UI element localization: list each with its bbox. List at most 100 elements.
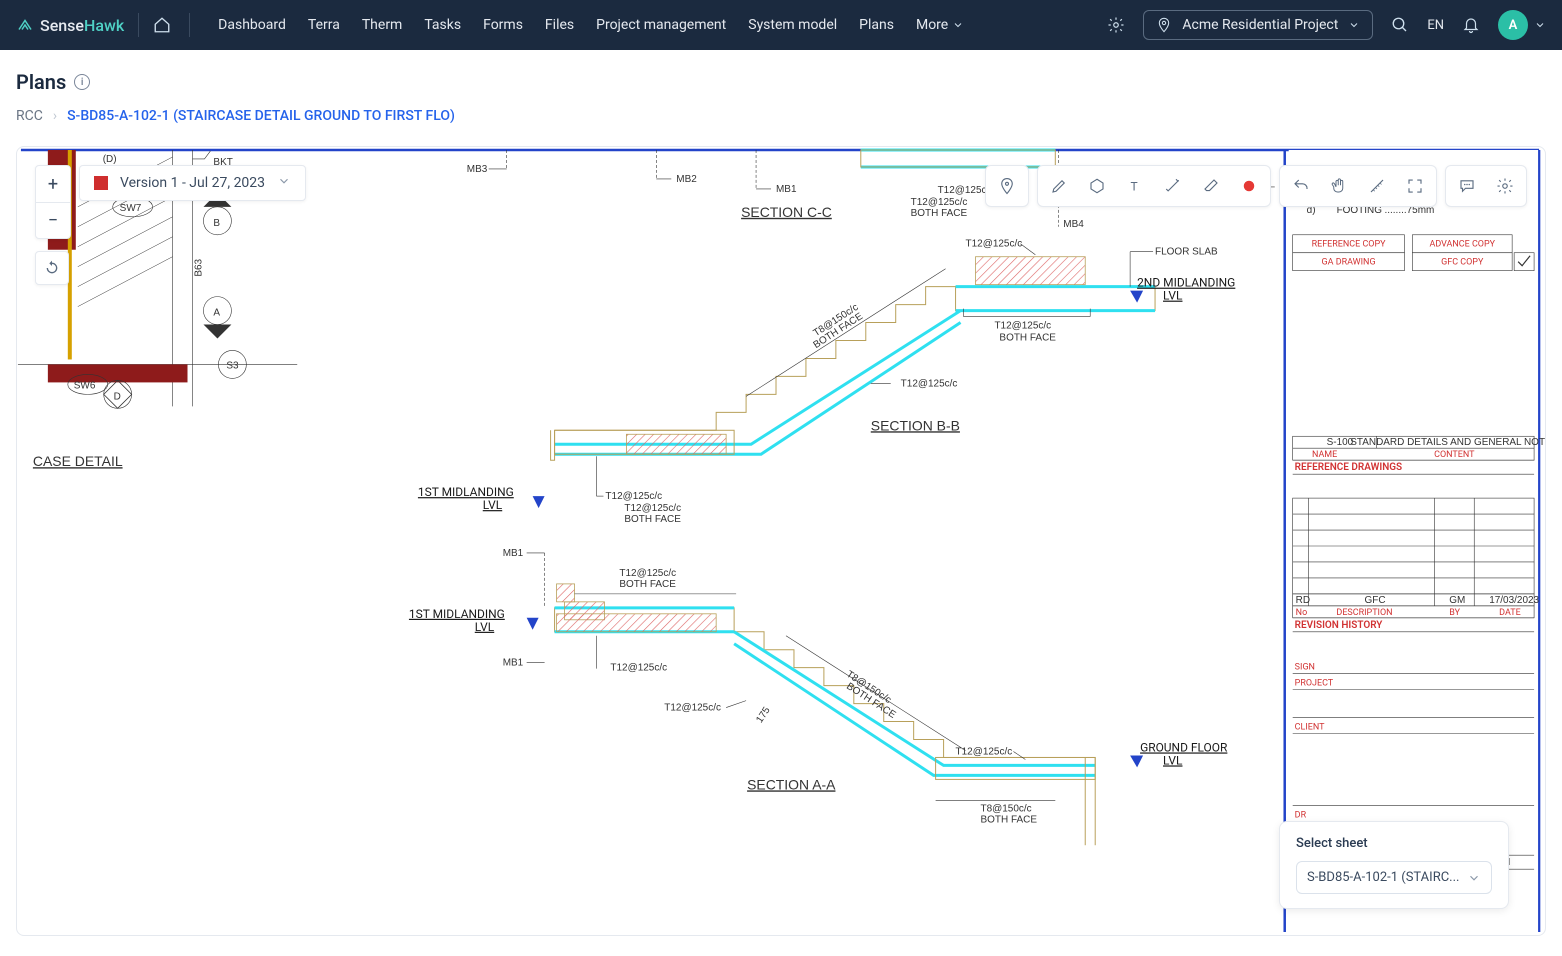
- settings-icon[interactable]: [1107, 16, 1125, 34]
- svg-text:BOTH FACE: BOTH FACE: [624, 514, 681, 525]
- svg-text:REFERENCE COPY: REFERENCE COPY: [1312, 240, 1387, 250]
- reset-view-button[interactable]: [35, 251, 69, 285]
- page-header: Plans i RCC › S-BD85-A-102-1 (STAIRCASE …: [0, 50, 1562, 134]
- svg-text:GM: GM: [1449, 595, 1465, 606]
- svg-text:PROJECT: PROJECT: [1295, 679, 1334, 689]
- version-selector[interactable]: Version 1 - Jul 27, 2023: [79, 165, 306, 201]
- svg-text:T12@125c/c: T12@125c/c: [624, 503, 681, 514]
- pencil-tool[interactable]: [1040, 168, 1078, 204]
- svg-text:MB4: MB4: [1063, 219, 1084, 230]
- svg-text:RD: RD: [1296, 595, 1310, 606]
- svg-text:T12@125c/c: T12@125c/c: [619, 568, 676, 579]
- svg-text:FLOOR SLAB: FLOOR SLAB: [1155, 247, 1218, 258]
- options-button[interactable]: [1486, 168, 1524, 204]
- shape-tool[interactable]: [1078, 168, 1116, 204]
- user-menu[interactable]: A: [1498, 10, 1546, 40]
- nav-separator-2: [189, 13, 190, 37]
- comment-button[interactable]: [1448, 168, 1486, 204]
- language-selector[interactable]: EN: [1427, 18, 1444, 33]
- measure-tool[interactable]: [1358, 168, 1396, 204]
- svg-text:GFC: GFC: [1365, 595, 1386, 606]
- version-label: Version 1 - Jul 27, 2023: [120, 175, 265, 191]
- nav-therm[interactable]: Therm: [362, 17, 403, 33]
- svg-text:MB3: MB3: [467, 164, 488, 175]
- app-logo[interactable]: SenseHawk: [16, 16, 124, 35]
- info-icon[interactable]: i: [74, 74, 90, 90]
- nav-more-label: More: [916, 17, 948, 33]
- svg-text:DR: DR: [1295, 810, 1307, 820]
- nav-separator: [138, 13, 139, 37]
- svg-text:ADVANCE COPY: ADVANCE COPY: [1430, 240, 1496, 250]
- breadcrumb: RCC › S-BD85-A-102-1 (STAIRCASE DETAIL G…: [16, 108, 1546, 124]
- sheet-value: S-BD85-A-102-1 (STAIRC...: [1307, 870, 1459, 885]
- chevron-down-icon: [277, 174, 291, 192]
- nav-project-management[interactable]: Project management: [596, 17, 726, 33]
- svg-text:B63: B63: [193, 258, 204, 276]
- pan-tool[interactable]: [1320, 168, 1358, 204]
- breadcrumb-active[interactable]: S-BD85-A-102-1 (STAIRCASE DETAIL GROUND …: [67, 108, 455, 124]
- pin-tool[interactable]: [988, 168, 1026, 204]
- nav-forms[interactable]: Forms: [483, 17, 523, 33]
- chevron-down-icon: [1467, 871, 1481, 885]
- svg-text:SECTION B-B: SECTION B-B: [871, 417, 960, 433]
- logo-icon: [16, 16, 34, 34]
- zoom-control: + −: [35, 165, 71, 239]
- svg-text:GA DRAWING: GA DRAWING: [1322, 258, 1376, 268]
- svg-text:GFC COPY: GFC COPY: [1441, 258, 1484, 268]
- nav-plans[interactable]: Plans: [859, 17, 894, 33]
- svg-text:(D): (D): [103, 154, 117, 165]
- annotation-toolbar: T: [985, 165, 1527, 207]
- svg-text:1ST MIDLANDING: 1ST MIDLANDING: [418, 485, 514, 499]
- svg-text:T12@125c/c: T12@125c/c: [664, 703, 721, 714]
- version-color-swatch: [94, 176, 108, 190]
- logo-text-2: Hawk: [84, 16, 124, 35]
- breadcrumb-root[interactable]: RCC: [16, 108, 43, 124]
- sheet-selector-panel: Select sheet S-BD85-A-102-1 (STAIRC...: [1279, 821, 1509, 909]
- undo-button[interactable]: [1282, 168, 1320, 204]
- svg-text:T: T: [1131, 180, 1138, 194]
- svg-text:CONTENT: CONTENT: [1434, 450, 1475, 460]
- home-icon[interactable]: [153, 16, 171, 34]
- nav-dashboard[interactable]: Dashboard: [218, 17, 286, 33]
- nav-tasks[interactable]: Tasks: [424, 17, 461, 33]
- svg-text:BOTH FACE: BOTH FACE: [980, 814, 1037, 825]
- svg-text:SECTION C-C: SECTION C-C: [741, 204, 832, 220]
- search-icon[interactable]: [1391, 16, 1409, 34]
- zoom-out-button[interactable]: −: [36, 202, 70, 238]
- svg-text:SECTION A-A: SECTION A-A: [747, 776, 836, 792]
- svg-text:T12@125c/c: T12@125c/c: [994, 321, 1051, 332]
- svg-text:17/03/2023: 17/03/2023: [1489, 595, 1539, 606]
- drawing-content: B A S3 D B63 SW7 SW6 BKT: [17, 147, 1545, 935]
- nav-terra[interactable]: Terra: [308, 17, 340, 33]
- fullscreen-button[interactable]: [1396, 168, 1434, 204]
- text-tool[interactable]: T: [1116, 168, 1154, 204]
- svg-text:SIGN: SIGN: [1295, 663, 1315, 673]
- sheet-select[interactable]: S-BD85-A-102-1 (STAIRC...: [1296, 861, 1492, 894]
- svg-text:B: B: [213, 218, 220, 229]
- zoom-in-button[interactable]: +: [36, 166, 70, 202]
- eraser-tool[interactable]: [1192, 168, 1230, 204]
- svg-text:LVL: LVL: [1163, 289, 1183, 303]
- plan-viewer[interactable]: + − Version 1 - Jul 27, 2023 T: [16, 146, 1546, 936]
- nav-system-model[interactable]: System model: [748, 17, 837, 33]
- nav-more[interactable]: More: [916, 17, 964, 33]
- project-selector[interactable]: Acme Residential Project: [1143, 10, 1373, 40]
- svg-text:175: 175: [754, 705, 773, 725]
- svg-text:CLIENT: CLIENT: [1295, 723, 1325, 733]
- svg-text:SW7: SW7: [120, 203, 142, 214]
- svg-text:1ST MIDLANDING: 1ST MIDLANDING: [409, 607, 505, 621]
- svg-text:BY: BY: [1449, 608, 1460, 618]
- svg-text:MB1: MB1: [776, 184, 797, 195]
- svg-text:T12@125c/c: T12@125c/c: [911, 197, 968, 208]
- svg-text:T12@125c/c: T12@125c/c: [956, 746, 1013, 757]
- svg-text:REVISION HISTORY: REVISION HISTORY: [1295, 620, 1384, 631]
- nav-files[interactable]: Files: [545, 17, 574, 33]
- svg-text:D: D: [114, 391, 121, 402]
- magic-tool[interactable]: [1154, 168, 1192, 204]
- breadcrumb-separator: ›: [53, 108, 57, 124]
- svg-text:DATE: DATE: [1499, 608, 1521, 618]
- bell-icon[interactable]: [1462, 16, 1480, 34]
- color-picker[interactable]: [1230, 168, 1268, 204]
- svg-text:LVL: LVL: [483, 498, 503, 512]
- svg-text:2ND MIDLANDING: 2ND MIDLANDING: [1137, 276, 1235, 290]
